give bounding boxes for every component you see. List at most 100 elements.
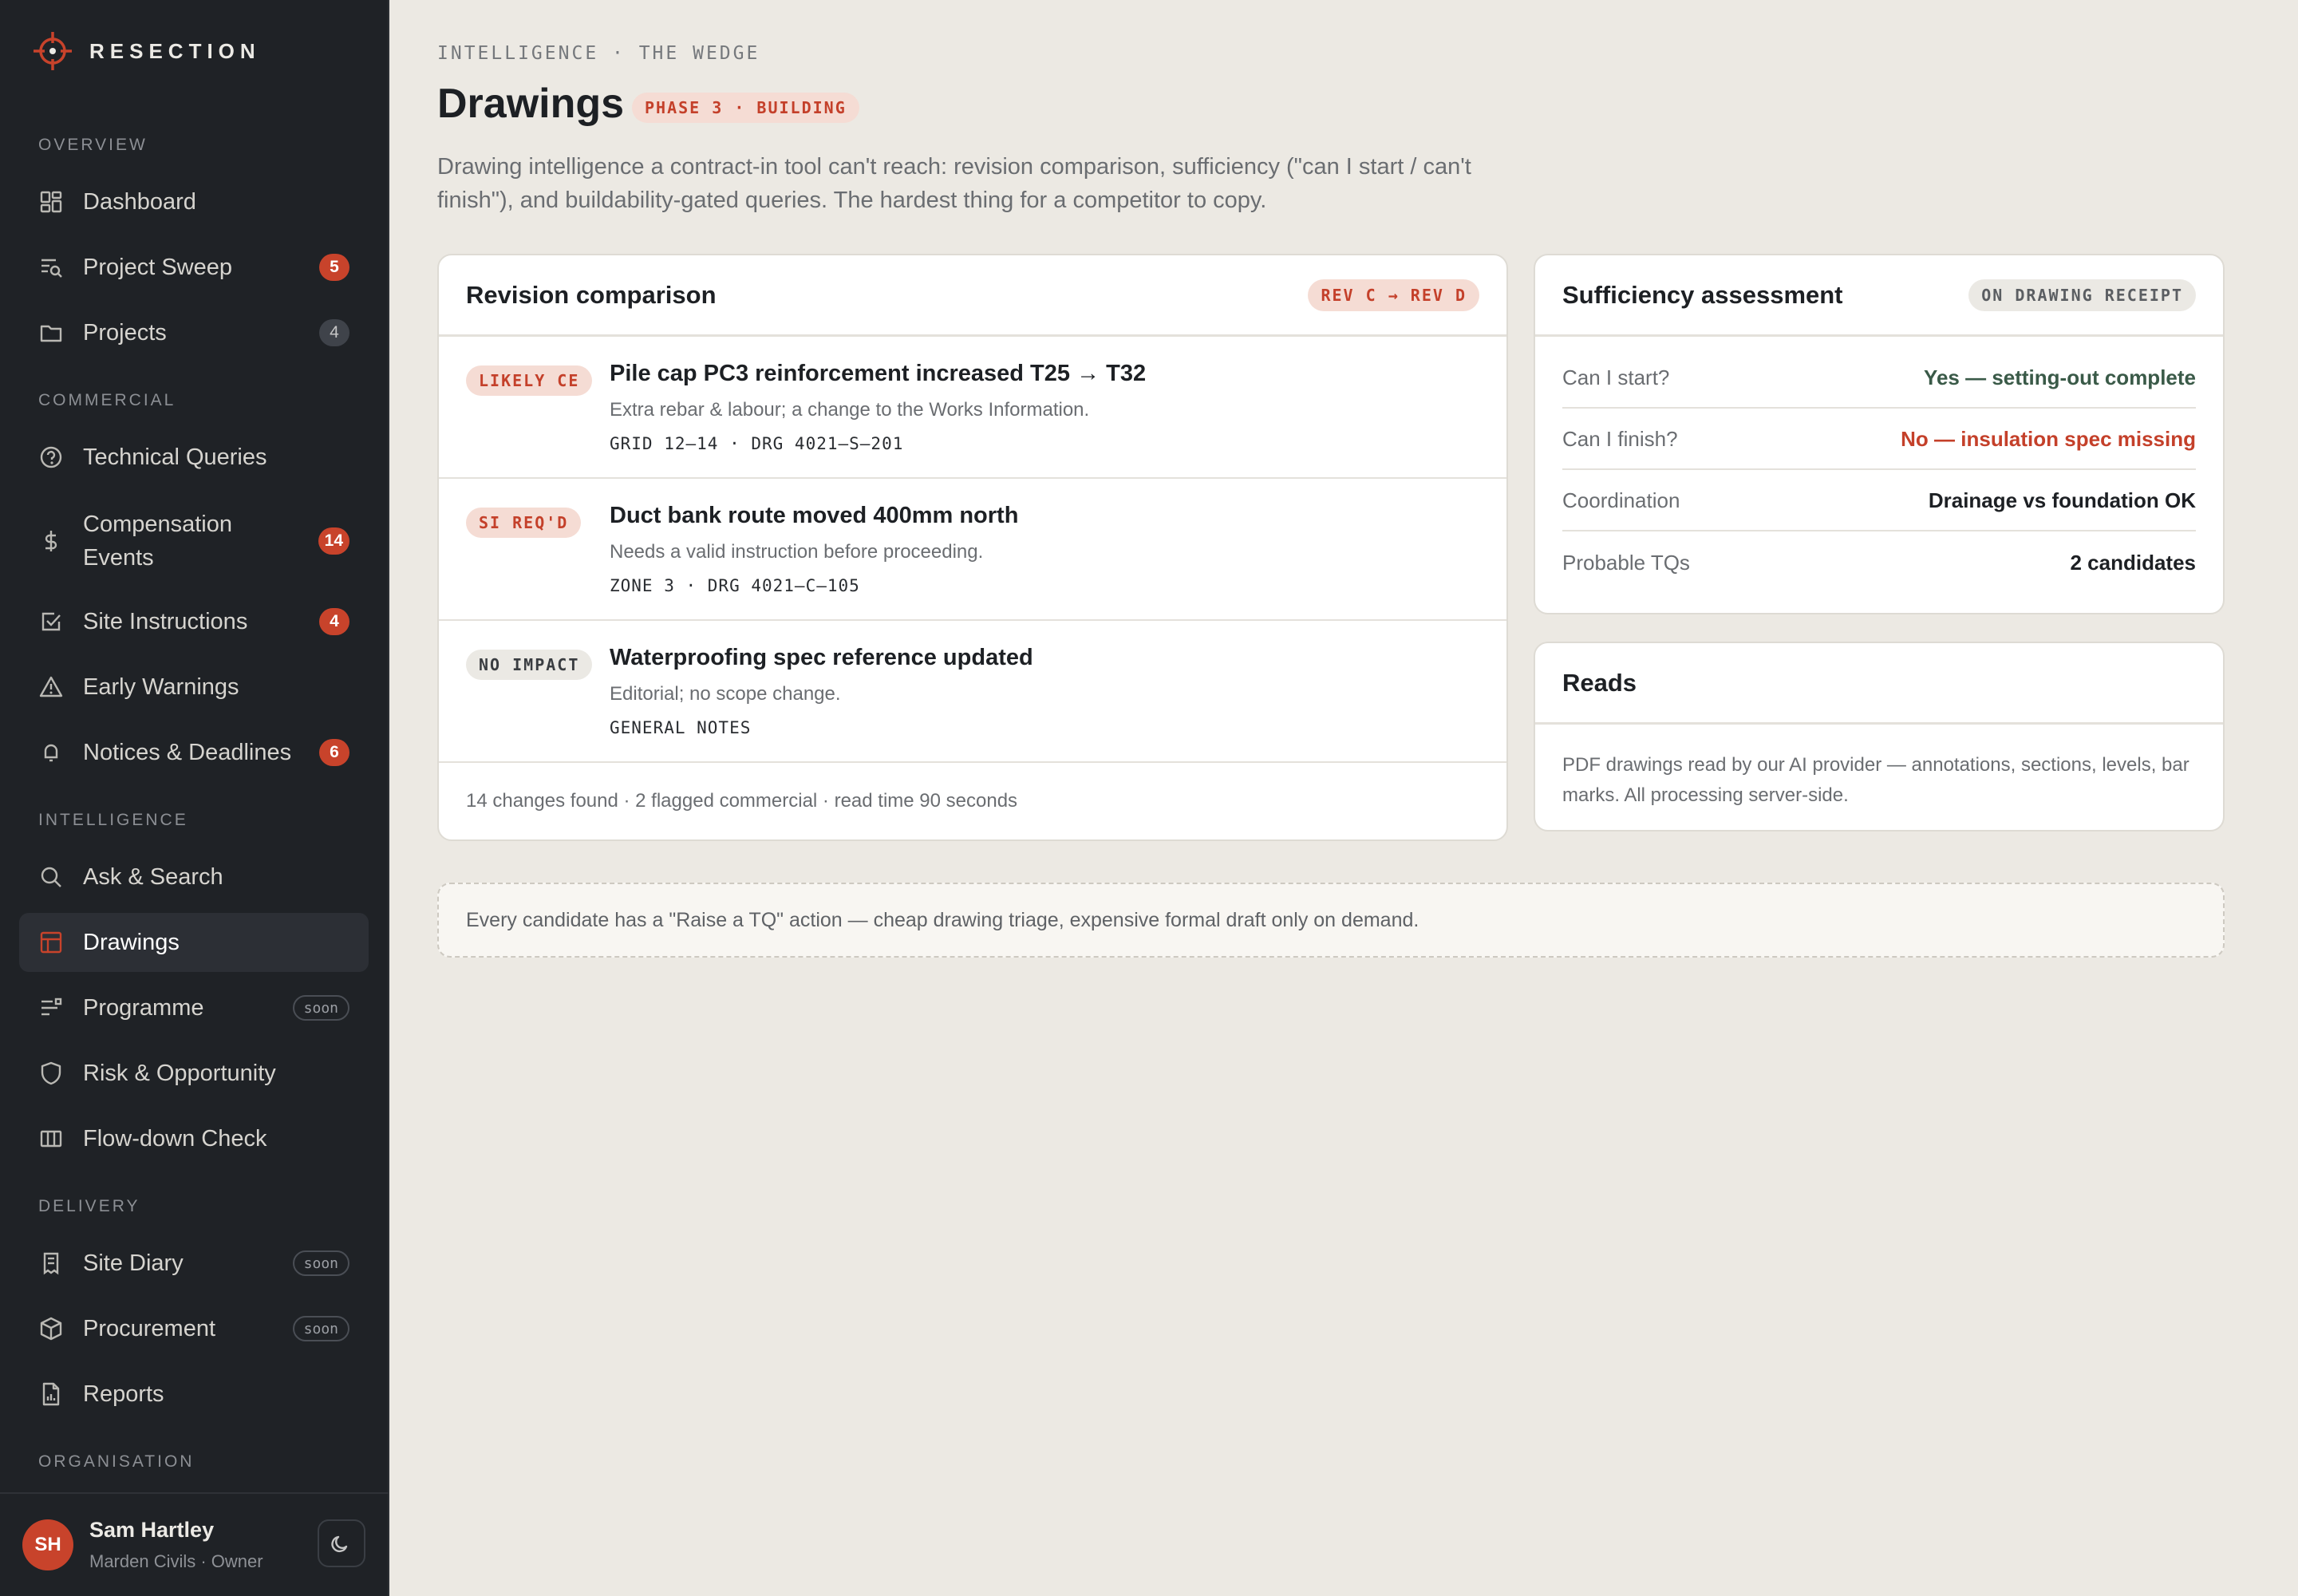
search-icon xyxy=(41,867,61,887)
reads-description: PDF drawings read by our AI provider — a… xyxy=(1562,754,2189,806)
avatar[interactable]: SH xyxy=(22,1519,73,1570)
sufficiency-label: Can I finish? xyxy=(1562,426,1678,451)
card-header: Revision comparison REV C → REV D xyxy=(439,255,1506,337)
sidebar-item-label: Notices & Deadlines xyxy=(83,740,292,765)
revision-pill: REV C → REV D xyxy=(1308,279,1479,311)
sufficiency-value: Yes — setting-out complete xyxy=(1924,365,2196,389)
tq-note: Every candidate has a "Raise a TQ" actio… xyxy=(437,883,2225,958)
help-circle-icon xyxy=(40,446,62,468)
sufficiency-value: 2 candidates xyxy=(2070,550,2196,575)
timeline-icon xyxy=(41,998,62,1016)
revision-row[interactable]: NO IMPACT Waterproofing spec reference u… xyxy=(439,621,1506,763)
brand[interactable]: RESECTION xyxy=(32,30,261,72)
sidebar-item-label: Ask & Search xyxy=(83,864,223,890)
sidebar-item-site-instructions[interactable]: Site Instructions 4 xyxy=(19,592,369,651)
sufficiency-card: Sufficiency assessment ON DRAWING RECEIP… xyxy=(1534,254,2225,614)
revision-ref: GRID 12–14 · DRG 4021–S–201 xyxy=(610,434,904,453)
folder-icon xyxy=(40,325,62,342)
section-overview: OVERVIEW xyxy=(38,136,148,154)
impact-tag: NO IMPACT xyxy=(466,650,593,680)
sufficiency-label: Coordination xyxy=(1562,488,1680,512)
count-badge: 4 xyxy=(319,319,349,346)
user-bar: SH Sam Hartley Marden Civils · Owner xyxy=(0,1492,389,1596)
sidebar-item-site-diary[interactable]: Site Diary soon xyxy=(19,1234,369,1293)
sidebar-item-procurement[interactable]: Procurement soon xyxy=(19,1299,369,1358)
count-badge: 6 xyxy=(319,739,349,766)
revision-desc: Extra rebar & labour; a change to the Wo… xyxy=(610,399,1090,421)
layout-icon xyxy=(40,931,62,954)
revision-row[interactable]: LIKELY CE Pile cap PC3 reinforcement inc… xyxy=(439,337,1506,479)
impact-tag: LIKELY CE xyxy=(466,365,593,396)
sidebar-item-projects[interactable]: Projects 4 xyxy=(19,303,369,362)
revision-row[interactable]: SI REQ'D Duct bank route moved 400mm nor… xyxy=(439,479,1506,621)
soon-tag: soon xyxy=(292,995,349,1021)
sidebar-item-programme[interactable]: Programme soon xyxy=(19,978,369,1037)
sidebar-item-label: Early Warnings xyxy=(83,674,239,700)
sidebar-item-label: Reports xyxy=(83,1381,164,1407)
shield-icon xyxy=(41,1061,61,1085)
section-delivery: DELIVERY xyxy=(38,1197,140,1215)
count-badge: 4 xyxy=(319,608,349,635)
sidebar-item-label: Technical Queries xyxy=(83,444,267,470)
receipt-icon xyxy=(43,1252,59,1275)
sidebar-item-reports[interactable]: Reports xyxy=(19,1365,369,1424)
revision-title: Duct bank route moved 400mm north xyxy=(610,503,1019,528)
file-chart-icon xyxy=(42,1382,60,1406)
sidebar-item-label: Risk & Opportunity xyxy=(83,1061,276,1086)
sidebar-item-label: Site Instructions xyxy=(83,609,248,634)
revision-title: Pile cap PC3 reinforcement increased T25… xyxy=(610,361,1147,386)
sidebar-item-notices-deadlines[interactable]: Notices & Deadlines 6 xyxy=(19,723,369,782)
dollar-icon xyxy=(45,531,57,551)
bell-icon xyxy=(44,744,58,762)
card-title: Reads xyxy=(1562,668,1637,697)
sufficiency-row: Coordination Drainage vs foundation OK xyxy=(1562,471,2196,531)
sidebar-item-dashboard[interactable]: Dashboard xyxy=(19,172,369,231)
sidebar-item-drawings[interactable]: Drawings xyxy=(19,913,369,972)
count-badge: 14 xyxy=(318,527,349,555)
sufficiency-value: No — insulation spec missing xyxy=(1901,426,2196,451)
sidebar-item-label: Dashboard xyxy=(83,189,196,215)
sidebar-item-technical-queries[interactable]: Technical Queries xyxy=(19,428,369,487)
sidebar-item-label: Compensation Events xyxy=(83,512,232,571)
sidebar-item-label: Projects xyxy=(83,320,167,346)
page-description: Drawing intelligence a contract-in tool … xyxy=(437,154,1471,213)
sidebar-item-ask-search[interactable]: Ask & Search xyxy=(19,847,369,907)
sidebar-item-label: Flow-down Check xyxy=(83,1126,267,1152)
crosshair-logo-icon xyxy=(34,32,72,70)
breadcrumb: INTELLIGENCE · THE WEDGE xyxy=(437,43,760,64)
user-org: Marden Civils · Owner xyxy=(89,1551,263,1571)
sidebar-item-early-warnings[interactable]: Early Warnings xyxy=(19,658,369,717)
revision-ref: ZONE 3 · DRG 4021–C–105 xyxy=(610,576,860,595)
count-badge: 5 xyxy=(319,254,349,281)
grid-icon xyxy=(40,191,62,213)
user-name: Sam Hartley xyxy=(89,1518,215,1542)
sidebar: RESECTION OVERVIEW Dashboard Project Swe… xyxy=(0,0,389,1596)
warning-triangle-icon xyxy=(39,676,63,697)
sufficiency-row: Can I finish? No — insulation spec missi… xyxy=(1562,409,2196,470)
revision-ref: GENERAL NOTES xyxy=(610,718,752,737)
revision-desc: Editorial; no scope change. xyxy=(610,683,841,705)
card-header: Reads xyxy=(1535,643,2223,725)
checkbox-icon xyxy=(41,612,61,631)
reads-card: Reads PDF drawings read by our AI provid… xyxy=(1534,642,2225,832)
section-organisation: ORGANISATION xyxy=(38,1452,195,1471)
sidebar-item-risk-opportunity[interactable]: Risk & Opportunity xyxy=(19,1044,369,1103)
sidebar-item-compensation-events[interactable]: Compensation Events 14 xyxy=(19,501,369,581)
list-search-icon xyxy=(41,259,62,278)
revision-desc: Needs a valid instruction before proceed… xyxy=(610,541,984,563)
receipt-pill: ON DRAWING RECEIPT xyxy=(1968,279,2196,311)
page-title: Drawings xyxy=(437,81,625,127)
revision-comparison-card: Revision comparison REV C → REV D LIKELY… xyxy=(437,254,1508,841)
section-intelligence: INTELLIGENCE xyxy=(38,811,188,829)
sidebar-item-project-sweep[interactable]: Project Sweep 5 xyxy=(19,238,369,297)
moon-icon xyxy=(331,1535,348,1553)
sufficiency-row: Probable TQs 2 candidates xyxy=(1562,532,2196,593)
revision-title: Waterproofing spec reference updated xyxy=(610,645,1033,670)
revision-summary: 14 changes found · 2 flagged commercial … xyxy=(466,790,1018,812)
card-title: Revision comparison xyxy=(466,280,717,309)
section-commercial: COMMERCIAL xyxy=(38,391,176,409)
brand-name: RESECTION xyxy=(89,38,261,63)
impact-tag: SI REQ'D xyxy=(466,508,582,538)
theme-toggle-button[interactable] xyxy=(318,1519,365,1567)
sidebar-item-flowdown-check[interactable]: Flow-down Check xyxy=(19,1109,369,1168)
